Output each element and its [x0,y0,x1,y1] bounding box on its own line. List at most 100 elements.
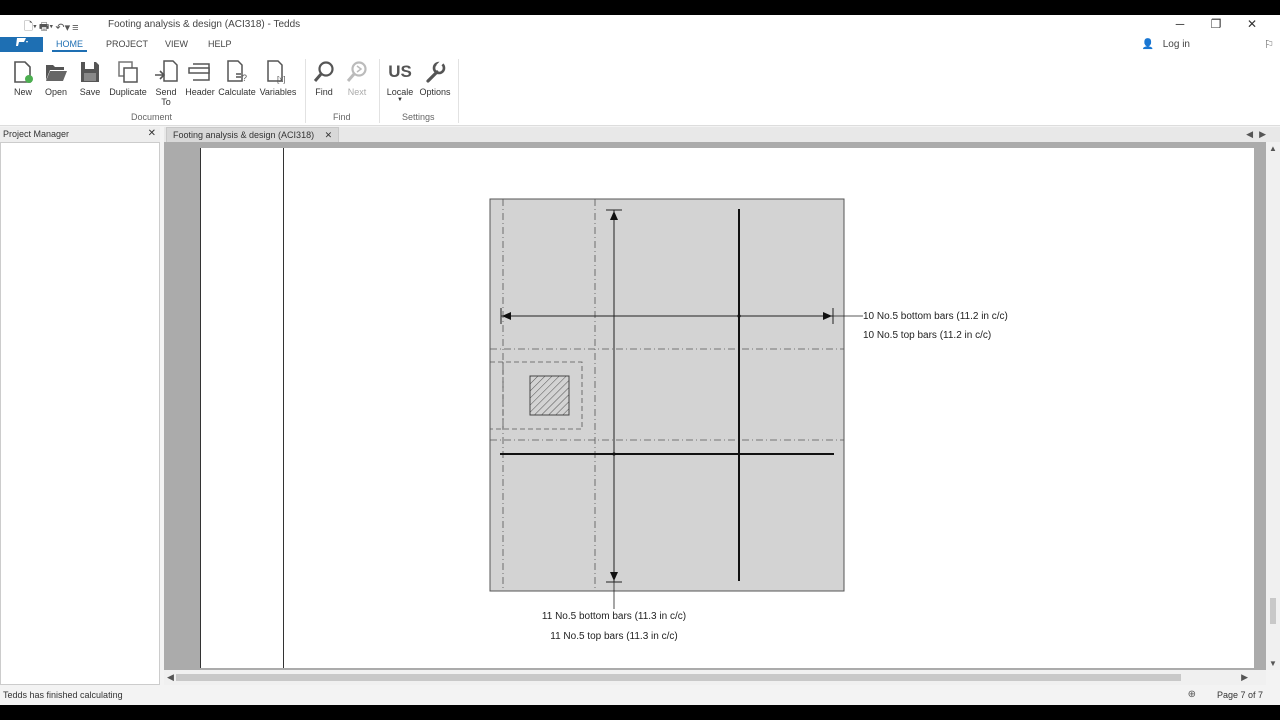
y-bottom-bars-label: 11 No.5 bottom bars (11.3 in c/c) [542,611,686,622]
document-tab[interactable]: Footing analysis & design (ACI318) ✕ [166,127,340,142]
variables-icon: [x] [267,60,285,84]
x-bar-intersection [737,314,741,318]
duplicate-label: Duplicate [109,87,147,97]
y-top-bars-label: 11 No.5 top bars (11.3 in c/c) [550,631,677,642]
project-manager-header: Project Manager ✕ [0,127,160,142]
group-separator [379,59,380,123]
minimize-button[interactable]: ─ [1162,17,1198,31]
calculate-icon: ? [227,60,247,83]
project-manager-title: Project Manager [3,129,70,139]
settings-group-label: Settings [402,112,435,122]
variables-button[interactable]: [x] Variables [258,57,298,97]
file-menu-button[interactable] [0,37,43,52]
user-icon: 👤 [1141,39,1154,50]
document-tab-close-icon[interactable]: ✕ [325,130,333,140]
scroll-left-icon[interactable]: ◀ [167,672,174,683]
ribbon-tabs: HOME PROJECT VIEW HELP 👤 Log in ⚐ [0,35,1280,53]
file-menu-icon [15,38,28,46]
page-indicator: Page 7 of 7 [1216,690,1263,700]
tab-scroll-right-icon[interactable]: ▶ [1259,129,1272,139]
document-group-label: Document [131,112,173,122]
variables-label: Variables [259,87,297,97]
open-label: Open [44,87,68,97]
tab-home[interactable]: HOME [52,39,87,52]
tedds-window: 🗋▾ 🖶▾ ↶▾ ≡ Footing analysis & design (AC… [0,15,1280,705]
next-button[interactable]: Next [345,57,369,97]
open-button[interactable]: Open [43,57,69,97]
find-next-icon [346,61,367,82]
login-label: Log in [1162,39,1190,50]
ribbon-home: New Open Save Duplicate Send To Header ?… [0,53,1280,126]
window-controls: ─ ❐ ✕ [1162,17,1270,31]
options-label: Options [419,87,451,97]
status-bar: Tedds has finished calculating ⊕ Page 7 … [0,686,1280,705]
options-button[interactable]: Options [418,57,452,97]
y-bar-intersection [612,452,616,456]
next-label: Next [347,87,367,97]
vertical-scroll-thumb[interactable] [1270,598,1276,624]
new-button[interactable]: New [10,57,36,97]
undo-icon[interactable]: ↶▾ [55,21,70,34]
tab-scroll-left-icon[interactable]: ◀ [1246,129,1259,139]
document-viewport: 10 No.5 bottom bars (11.2 in c/c) 10 No.… [164,142,1266,670]
tab-scroll-arrows: ◀▶ [1246,129,1272,140]
send-to-icon [155,60,178,82]
document-tab-label: Footing analysis & design (ACI318) [173,130,315,140]
tab-help[interactable]: HELP [208,39,232,49]
send-to-label-1: Send [155,87,177,97]
send-to-button[interactable]: Send To [153,57,179,107]
document-tab-strip: Footing analysis & design (ACI318) ✕ ◀▶ [164,127,1280,142]
globe-icon[interactable]: ⊕ [1188,689,1196,700]
login-button[interactable]: 👤 Log in [1142,39,1190,50]
column-section [529,375,570,416]
window-title: Footing analysis & design (ACI318) - Ted… [108,19,301,30]
find-group-label: Find [333,112,351,122]
group-separator [458,59,459,123]
close-button[interactable]: ✕ [1234,17,1270,31]
restore-button[interactable]: ❐ [1198,17,1234,31]
group-separator [305,59,306,123]
horizontal-scrollbar[interactable]: ◀ ▶ [164,670,1266,685]
wrench-icon [426,60,446,83]
header-button[interactable]: Header [184,57,216,97]
title-bar: 🗋▾ 🖶▾ ↶▾ ≡ Footing analysis & design (AC… [0,15,1280,35]
send-to-label-2: To [161,97,171,107]
project-manager-tree[interactable] [0,142,160,685]
horizontal-scroll-thumb[interactable] [176,674,1181,681]
locale-label: Locale [386,87,414,97]
svg-text:[x]: [x] [277,75,285,84]
calculate-button[interactable]: ? Calculate [217,57,257,97]
x-top-bars-label: 10 No.5 top bars (11.2 in c/c) [863,330,991,341]
footing-plan-drawing: 10 No.5 bottom bars (11.2 in c/c) 10 No.… [200,148,1008,668]
save-button[interactable]: Save [78,57,102,97]
project-manager-close-icon[interactable]: ✕ [148,128,156,139]
header-icon [188,63,210,81]
tab-project[interactable]: PROJECT [106,39,148,49]
find-label: Find [315,87,333,97]
locale-us-icon: US [388,62,412,81]
tab-view[interactable]: VIEW [165,39,188,49]
scroll-right-icon[interactable]: ▶ [1241,672,1248,683]
scroll-down-icon[interactable]: ▼ [1269,659,1277,668]
customize-toolbar-icon[interactable]: ≡ [72,22,78,34]
magnifier-icon [313,61,334,82]
header-label: Header [185,87,215,97]
find-button[interactable]: Find [312,57,336,97]
save-disk-icon [81,62,99,82]
vertical-scrollbar[interactable]: ▲ ▼ [1266,142,1280,670]
duplicate-button[interactable]: Duplicate [107,57,149,97]
save-label: Save [79,87,101,97]
new-document-icon [14,61,33,83]
calculate-label: Calculate [218,87,256,97]
duplicate-icon [118,61,138,83]
status-message: Tedds has finished calculating [3,690,123,700]
svg-text:?: ? [242,73,247,83]
new-label: New [13,87,32,97]
scroll-up-icon[interactable]: ▲ [1269,144,1277,153]
folder-open-icon [46,65,67,81]
document-page[interactable]: 10 No.5 bottom bars (11.2 in c/c) 10 No.… [200,148,1254,668]
x-bottom-bars-label: 10 No.5 bottom bars (11.2 in c/c) [863,311,1008,322]
feedback-icon[interactable]: ⚐ [1264,38,1274,51]
locale-button[interactable]: US Locale ▼ [385,57,415,103]
locale-dropdown-icon: ▼ [397,97,403,103]
